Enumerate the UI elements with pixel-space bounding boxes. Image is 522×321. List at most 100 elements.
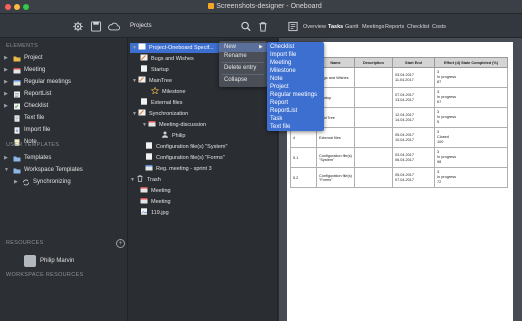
expand-arrow-icon[interactable]: ▶ xyxy=(14,179,18,185)
star-icon xyxy=(151,87,159,94)
menu-separator xyxy=(222,62,264,63)
elements-heading: ELEMENTS xyxy=(6,43,39,49)
tree-item-milestone[interactable]: Milestone xyxy=(151,87,186,97)
menu-item-collapse[interactable]: Collapse xyxy=(224,77,247,83)
submenu-item-project[interactable]: Project xyxy=(270,84,289,90)
expand-arrow-icon[interactable]: ▶ xyxy=(4,155,8,161)
row-effort-state: 3 In progress 67 xyxy=(434,87,508,108)
row-effort-state: 3 In progress 72 xyxy=(434,167,508,188)
calendar-icon xyxy=(13,68,21,74)
expand-arrow-icon[interactable]: ▶ xyxy=(4,79,8,85)
title-bar: Screenshots-designer - Oneboard xyxy=(0,0,522,14)
submenu-item-milestone[interactable]: Milestone xyxy=(270,68,296,74)
sidebar-item-checklist[interactable]: ▶ Checklist xyxy=(0,102,127,112)
sidebar-item-meeting[interactable]: ▶ Meeting xyxy=(0,66,127,76)
table-row[interactable]: 5.1 Configuration file(s) "System" 03.04… xyxy=(290,147,508,168)
row-dates: 03.04.2017 06.04.2017 xyxy=(392,147,435,168)
document-view-icon[interactable] xyxy=(287,21,299,32)
new-submenu: Checklist Import file Meeting Milestone … xyxy=(267,42,324,131)
tree-item-trash[interactable]: ▼ Trash xyxy=(130,175,161,185)
menu-item-rename[interactable]: Rename xyxy=(224,53,247,59)
submenu-item-note[interactable]: Note xyxy=(270,76,283,82)
window-title: Screenshots-designer - Oneboard xyxy=(200,3,330,10)
trash-icon[interactable] xyxy=(257,21,269,32)
table-row[interactable]: 5.2 Configuration file(s) "Forms" 05.04.… xyxy=(290,167,508,188)
sidebar-item-workspace-templates[interactable]: ▼ Workspace Templates xyxy=(0,166,127,176)
sidebar-item-import-file[interactable]: Import file xyxy=(0,126,127,136)
calendar-repeat-icon xyxy=(145,165,153,171)
collapse-arrow-icon[interactable]: ▼ xyxy=(4,167,9,173)
sidebar-item-project[interactable]: ▶ Project xyxy=(0,54,127,64)
resource-user[interactable]: Philip Marvin xyxy=(16,257,143,267)
column-header-effort-state: Effort (d) State Completed (%) xyxy=(434,57,508,68)
tree-item-image-file[interactable]: 119.jpg xyxy=(140,208,169,218)
row-description xyxy=(354,87,393,108)
pencil-icon xyxy=(138,76,146,83)
submenu-item-import-file[interactable]: Import file xyxy=(270,52,296,58)
tab-overview[interactable]: Overview xyxy=(303,24,326,30)
tree-item-config-forms[interactable]: Configuration file(s) "Forms" xyxy=(145,153,225,163)
text-file-icon xyxy=(14,115,20,122)
row-description xyxy=(354,67,393,88)
save-icon[interactable] xyxy=(90,21,102,32)
tree-item-reg-meeting-sprint[interactable]: Reg. meeting - sprint 3 xyxy=(145,164,212,174)
add-resource-button[interactable]: + xyxy=(116,239,125,248)
submenu-item-checklist[interactable]: Checklist xyxy=(270,44,294,50)
tree-item-philip[interactable]: Philip xyxy=(161,131,185,141)
sidebar-item-reportlist[interactable]: ▶ ReportList xyxy=(0,90,127,100)
tree-item-project-root[interactable]: ▼ Project-Oneboard Specif... xyxy=(130,43,222,53)
submenu-item-regular-meetings[interactable]: Regular meetings xyxy=(270,92,317,98)
expand-arrow-icon[interactable]: ▶ xyxy=(4,91,8,97)
tree-item-synchronization[interactable]: ▼ Synchronization xyxy=(132,109,188,119)
settings-gear-icon[interactable] xyxy=(72,21,84,32)
tree-item-meeting-discussion[interactable]: ▼ Meeting-discussion xyxy=(142,120,206,130)
submenu-item-task[interactable]: Task xyxy=(270,116,282,122)
expand-arrow-icon[interactable]: ▶ xyxy=(4,67,8,73)
row-dates: 05.04.2017 10.04.2017 xyxy=(392,127,435,148)
resources-heading: RESOURCES xyxy=(6,240,44,246)
search-icon[interactable] xyxy=(240,21,252,32)
zoom-window-button[interactable] xyxy=(23,4,29,10)
tree-item-config-system[interactable]: Configuration file(s) "System" xyxy=(145,142,227,152)
tab-checklist[interactable]: Checklist xyxy=(407,24,429,30)
checklist-icon xyxy=(14,103,20,110)
tab-reports[interactable]: Reports xyxy=(385,24,404,30)
tab-tasks[interactable]: Tasks xyxy=(328,24,343,30)
menu-item-delete-entry[interactable]: Delete entry xyxy=(224,65,256,71)
sidebar-item-text-file[interactable]: Text file xyxy=(0,114,127,124)
minimize-window-button[interactable] xyxy=(14,4,20,10)
sidebar-item-synchronizing[interactable]: ▶ Synchronizing xyxy=(0,178,127,188)
expand-arrow-icon[interactable]: ▶ xyxy=(4,55,8,61)
close-window-button[interactable] xyxy=(5,4,11,10)
submenu-arrow-icon: ▶ xyxy=(259,44,263,50)
row-dates: 03.04.2017 11.04.2017 xyxy=(392,67,435,88)
submenu-item-meeting[interactable]: Meeting xyxy=(270,60,291,66)
row-description xyxy=(354,167,393,188)
calendar-repeat-icon xyxy=(13,80,21,86)
sidebar-item-regular-meetings[interactable]: ▶ Regular meetings xyxy=(0,78,127,88)
projects-label[interactable]: Projects xyxy=(130,23,152,29)
tree-item-trash-meeting-2[interactable]: Meeting xyxy=(140,197,171,207)
row-dates: 05.04.2017 07.04.2017 xyxy=(392,167,435,188)
tree-item-bugs-and-wishes[interactable]: Bugs and Wishes xyxy=(140,54,194,64)
report-icon xyxy=(14,91,20,98)
toolbar: Projects Overview Tasks Gantt Meetings R… xyxy=(0,14,522,38)
folder-icon xyxy=(13,56,21,62)
tab-gantt[interactable]: Gantt xyxy=(345,24,358,30)
tab-meetings[interactable]: Meetings xyxy=(362,24,384,30)
workspace-folder-icon xyxy=(13,168,21,174)
tree-item-trash-meeting-1[interactable]: Meeting xyxy=(140,186,171,196)
tree-item-startup[interactable]: Startup xyxy=(140,65,169,75)
submenu-item-reportlist[interactable]: ReportList xyxy=(270,108,297,114)
tree-item-maintree[interactable]: ▼ MainTree xyxy=(132,76,172,86)
cloud-sync-icon[interactable] xyxy=(108,21,120,32)
sidebar-item-templates[interactable]: ▶ Templates xyxy=(0,154,127,164)
tree-item-external-files[interactable]: External files xyxy=(140,98,183,108)
expand-arrow-icon[interactable]: ▶ xyxy=(4,103,8,109)
pencil-icon xyxy=(138,109,146,116)
submenu-item-text-file[interactable]: Text file xyxy=(270,124,290,130)
submenu-item-report[interactable]: Report xyxy=(270,100,288,106)
tab-costs[interactable]: Costs xyxy=(432,24,446,30)
row-number: 5.1 xyxy=(290,147,317,168)
workspace-resources-heading: WORKSPACE RESOURCES xyxy=(6,272,84,278)
